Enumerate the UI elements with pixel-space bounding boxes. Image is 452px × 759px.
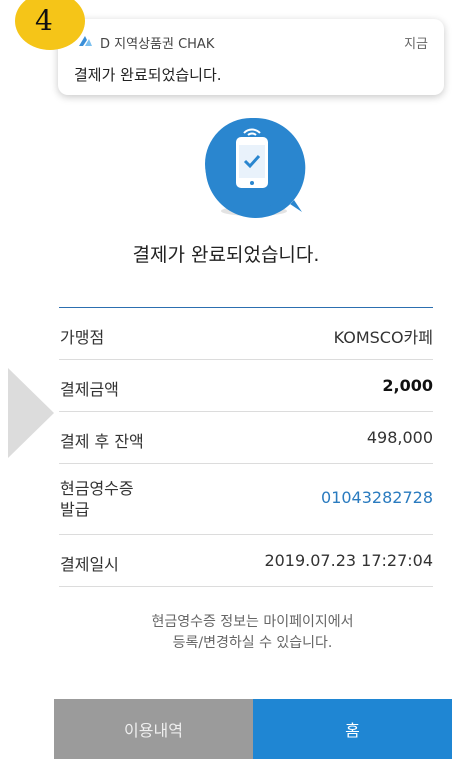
- notification-time: 지금: [404, 37, 428, 52]
- cash-receipt-number-link[interactable]: 01043282728: [321, 488, 433, 507]
- detail-row-balance: 결제 후 잔액 498,000: [59, 412, 433, 464]
- detail-label-line1: 현금영수증: [60, 479, 134, 498]
- detail-row-amount: 결제금액 2,000: [59, 360, 433, 412]
- step-number: 4: [35, 4, 53, 37]
- note-line-1: 현금영수증 정보는 마이페이지에서: [151, 614, 354, 630]
- notification-app-name: D 지역상품권 CHAK: [100, 37, 215, 52]
- detail-label: 결제 후 잔액: [60, 432, 144, 451]
- phone-check-icon: [205, 117, 306, 218]
- detail-label: 결제일시: [60, 555, 119, 574]
- notification-message: 결제가 완료되었습니다.: [74, 66, 222, 84]
- detail-row-merchant: 가맹점 KOMSCO카페: [59, 308, 433, 360]
- cash-receipt-note: 현금영수증 정보는 마이페이지에서 등록/변경하실 수 있습니다.: [0, 612, 452, 654]
- payment-details: 가맹점 KOMSCO카페 결제금액 2,000 결제 후 잔액 498,000 …: [59, 307, 433, 587]
- amount-value: 2,000: [382, 376, 433, 395]
- history-button[interactable]: 이용내역: [54, 699, 253, 759]
- balance-value: 498,000: [366, 428, 433, 447]
- detail-label: 현금영수증 발급: [60, 478, 134, 520]
- detail-label: 가맹점: [60, 328, 105, 347]
- detail-row-cash-receipt: 현금영수증 발급 01043282728: [59, 464, 433, 535]
- datetime-value: 2019.07.23 17:27:04: [264, 551, 433, 570]
- detail-label-line2: 발급: [60, 500, 90, 519]
- note-line-2: 등록/변경하실 수 있습니다.: [172, 635, 333, 651]
- home-button[interactable]: 홈: [253, 699, 452, 759]
- push-notification[interactable]: D 지역상품권 CHAK 지금 결제가 완료되었습니다.: [58, 19, 444, 95]
- merchant-value: KOMSCO카페: [333, 328, 433, 347]
- detail-label: 결제금액: [60, 380, 119, 399]
- play-arrow-icon: [8, 368, 54, 458]
- detail-row-datetime: 결제일시 2019.07.23 17:27:04: [59, 535, 433, 587]
- page-title: 결제가 완료되었습니다.: [132, 244, 320, 266]
